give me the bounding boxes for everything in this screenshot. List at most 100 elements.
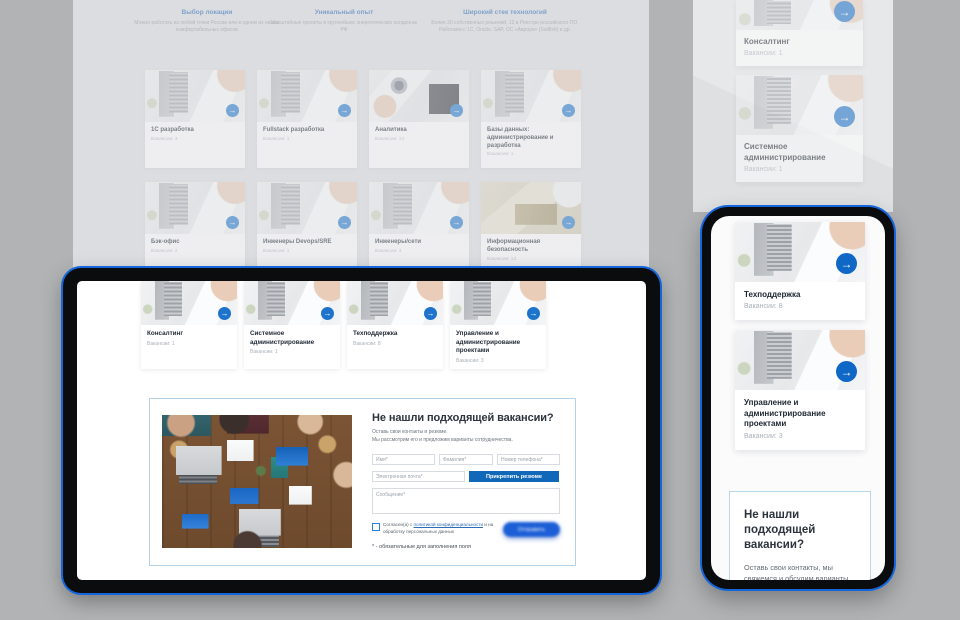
vacancy-count: Вакансии: 1 [744,166,855,173]
vacancy-card[interactable]: → Базы данных: администрирование и разра… [481,70,581,168]
contact-form: Не нашли подходящей вакансии? Оставь сво… [372,412,560,550]
consent-text: Согласен(а) с политикой конфиденциальнос… [383,522,494,536]
vacancy-category-title: Инженеры/сети [375,239,463,247]
vacancy-card[interactable]: → Инженеры Devops/SRE Вакансии: 1 [257,182,357,280]
arrow-right-icon[interactable]: → [562,216,575,229]
vacancy-card[interactable]: → Консалтинг Вакансии: 1 [141,281,237,369]
arrow-right-icon[interactable]: → [226,104,239,117]
arrow-right-icon[interactable]: → [338,104,351,117]
form-row-names [372,454,560,465]
vacancy-category-title: 1С разработка [151,127,239,135]
arrow-right-icon[interactable]: → [424,307,437,320]
first-name-field[interactable] [372,454,435,465]
form-subtitle-line2: Мы рассмотрим его и предложим варианты с… [372,437,513,443]
card-body: Управление и администрирование проектами… [450,325,546,364]
arrow-right-icon[interactable]: → [338,216,351,229]
card-body: Базы данных: администрирование и разрабо… [481,122,581,157]
vacancy-category-title: Инженеры Devops/SRE [263,239,351,247]
vacancy-category-title: Базы данных: администрирование и разрабо… [487,127,575,150]
form-row-email: Прикрепить резюме [372,471,560,482]
vacancy-count: Вакансии: 1 [744,50,855,57]
vacancy-cards-row-1: → 1С разработка Вакансии: 3 → Fullstack … [145,70,581,168]
vacancy-count: Вакансии: 1 [263,249,351,254]
vacancy-count: Вакансии: 2 [151,249,239,254]
vacancy-category-title: Техподдержка [353,330,437,339]
arrow-right-icon[interactable]: → [836,253,857,274]
consent-checkbox[interactable] [372,523,380,531]
vacancy-category-title: Информационная безопасность [487,239,575,255]
card-body: Консалтинг Вакансии: 1 [141,325,237,347]
last-name-field[interactable] [439,454,493,465]
card-body: Системное администрирование Вакансии: 1 [736,135,863,182]
vacancy-count: Вакансии: 3 [456,358,540,364]
form-title: Не нашли подходящей вакансии? [372,412,560,424]
vacancy-count: Вакансии: 1 [263,137,351,142]
vacancy-card[interactable]: → Управление и администрирование проекта… [735,330,865,449]
workspace-photo: → [736,0,863,30]
vacancy-card[interactable]: → Системное администрирование Вакансии: … [244,281,340,369]
workspace-photo: → [735,330,865,390]
vacancy-count: Вакансии: 13 [487,257,575,262]
vacancy-cards-row-2: → Бэк-офис Вакансии: 2 → Инженеры Devops… [145,182,581,280]
consent-block: Согласен(а) с политикой конфиденциальнос… [372,522,494,536]
vacancy-card[interactable]: → Бэк-офис Вакансии: 2 [145,182,245,280]
submit-button[interactable]: Отправить [503,522,560,537]
card-body: Fullstack разработка Вакансии: 1 [257,122,357,142]
vacancy-card[interactable]: → Fullstack разработка Вакансии: 1 [257,70,357,168]
privacy-policy-link[interactable]: политикой конфиденциальности [414,522,483,527]
consent-row: Согласен(а) с политикой конфиденциальнос… [372,522,560,537]
vacancy-category-title: Системное администрирование [744,142,855,163]
vacancy-category-title: Бэк-офис [151,239,239,247]
arrow-right-icon[interactable]: → [226,216,239,229]
vacancy-card[interactable]: → Управление и администрирование проекта… [450,281,546,369]
vacancy-count: Вакансии: 1 [250,349,334,355]
card-body: Системное администрирование Вакансии: 1 [244,325,340,355]
ghost-phone-cards: → Консалтинг Вакансии: 1 → Системное адм… [736,0,863,191]
arrow-right-icon[interactable]: → [836,361,857,382]
workspace-photo: → [145,70,245,122]
arrow-right-icon[interactable]: → [450,104,463,117]
vacancy-count: Вакансии: 3 [744,433,856,440]
workspace-photo: → [347,281,443,325]
ghost-phone-panel: → Консалтинг Вакансии: 1 → Системное адм… [693,0,893,212]
vacancy-category-title: Консалтинг [744,37,855,47]
tablet-frame: → Консалтинг Вакансии: 1 → Системное адм… [63,268,660,593]
email-field[interactable] [372,471,465,482]
feature-text: Можно работать из любой точки России или… [131,20,283,34]
vacancy-card[interactable]: → 1С разработка Вакансии: 3 [145,70,245,168]
workspace-photo: → [141,281,237,325]
card-body: Бэк-офис Вакансии: 2 [145,234,245,254]
vacancy-count: Вакансии: 14 [375,137,463,142]
vacancy-card[interactable]: → Консалтинг Вакансии: 1 [736,0,863,66]
arrow-right-icon[interactable]: → [834,1,855,22]
arrow-right-icon[interactable]: → [450,216,463,229]
phone-vacancy-cards: → Техподдержка Вакансии: 8 → Управление … [735,222,865,460]
message-field[interactable] [372,488,560,514]
workspace-photo: → [735,222,865,282]
arrow-right-icon[interactable]: → [218,307,231,320]
phone-field[interactable] [497,454,560,465]
vacancy-card[interactable]: → Системное администрирование Вакансии: … [736,75,863,182]
vacancy-card[interactable]: → Аналитика Вакансии: 14 [369,70,469,168]
workspace-photo: → [481,70,581,122]
arrow-right-icon[interactable]: → [321,307,334,320]
card-body: Управление и администрирование проектами… [735,390,865,449]
attach-resume-button[interactable]: Прикрепить резюме [469,471,559,482]
vacancy-category-title: Консалтинг [147,330,231,339]
vacancy-card[interactable]: → Инженеры/сети Вакансии: 4 [369,182,469,280]
arrow-right-icon[interactable]: → [527,307,540,320]
analytics-photo: → [369,70,469,122]
feature-column: Уникальный опыт Масштабные проекты в кру… [269,9,419,34]
arrow-right-icon[interactable]: → [562,104,575,117]
card-body: Консалтинг Вакансии: 1 [736,30,863,66]
workspace-photo: → [145,182,245,234]
vacancy-category-title: Управление и администрирование проектами [456,330,540,356]
vacancy-card[interactable]: → Информационная безопасность Вакансии: … [481,182,581,280]
team-photo [162,415,352,548]
vacancy-card[interactable]: → Техподдержка Вакансии: 8 [735,222,865,320]
vacancy-card[interactable]: → Техподдержка Вакансии: 8 [347,281,443,369]
vacancy-count: Вакансии: 1 [147,341,231,347]
arrow-right-icon[interactable]: → [834,106,855,127]
workspace-photo: → [257,182,357,234]
feature-text: Более 20 собственных решений, 12 в Реест… [425,20,585,34]
